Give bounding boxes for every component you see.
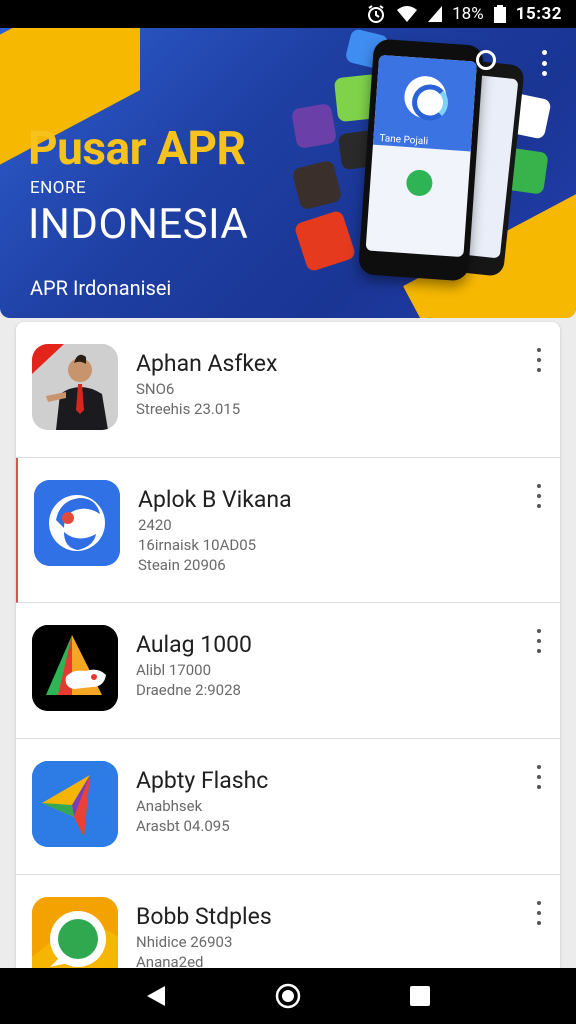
- app-meta: 16irnaisk 10AD05: [138, 536, 257, 554]
- list-item[interactable]: Aphan Asfkex SNO6 Streehis 23.015: [16, 322, 560, 458]
- presenter-photo-icon: [32, 344, 118, 430]
- paper-plane-logo-icon: [32, 761, 118, 847]
- floating-app-tile: [291, 159, 343, 211]
- app-meta: Arasbt 04.095: [136, 817, 230, 835]
- home-icon[interactable]: [268, 976, 308, 1016]
- app-name: Aphan Asfkex: [136, 350, 278, 377]
- phone-screen-text: Tane Pojali: [379, 133, 429, 148]
- app-meta: Anabhsek: [136, 797, 203, 815]
- hero-banner: Tane Pojali Pusar APR ENORE INDONESIA AP…: [0, 28, 576, 318]
- app-name: Aplok B Vikana: [138, 486, 292, 513]
- search-circle-icon[interactable]: [476, 50, 496, 70]
- app-meta: Steain 20906: [138, 556, 226, 574]
- banner-small-label: ENORE: [30, 178, 87, 198]
- floating-app-tile: [293, 209, 357, 273]
- play-icon: [405, 169, 434, 197]
- phone-app-logo-icon: [402, 74, 448, 120]
- status-bar: 18% 15:32: [0, 0, 576, 28]
- list-item[interactable]: Apbty Flashc Anabhsek Arasbt 04.095: [16, 739, 560, 875]
- app-list: Aphan Asfkex SNO6 Streehis 23.015 Aplok …: [16, 322, 560, 968]
- battery-percent: 18%: [452, 4, 484, 24]
- more-options-icon[interactable]: [534, 484, 544, 508]
- floating-app-tile: [290, 102, 338, 150]
- banner-subtitle: APR Irdonanisei: [30, 276, 172, 300]
- wifi-icon: [396, 5, 418, 23]
- app-name: Bobb Stdples: [136, 903, 272, 930]
- app-meta: Alibl 17000: [136, 661, 212, 679]
- app-meta: Streehis 23.015: [136, 400, 241, 418]
- alarm-icon: [366, 4, 386, 24]
- more-options-icon[interactable]: [534, 765, 544, 789]
- battery-icon: [493, 5, 506, 23]
- app-meta: 2420: [138, 516, 172, 534]
- banner-country: INDONESIA: [28, 200, 249, 249]
- phone-mockup: Tane Pojali: [357, 38, 485, 282]
- overflow-menu-icon[interactable]: [538, 50, 550, 76]
- app-meta: SNO6: [136, 380, 175, 398]
- blue-swirl-logo-icon: [34, 480, 120, 566]
- signal-icon: [428, 6, 443, 22]
- app-meta: Nhidice 26903: [136, 933, 233, 951]
- list-item[interactable]: Bobb Stdples Nhidice 26903 Anana2ed: [16, 875, 560, 968]
- navigation-bar: [0, 968, 576, 1024]
- app-meta: Draedne 2:9028: [136, 681, 241, 699]
- list-item[interactable]: Aulag 1000 Alibl 17000 Draedne 2:9028: [16, 603, 560, 739]
- recents-icon[interactable]: [400, 976, 440, 1016]
- more-options-icon[interactable]: [534, 629, 544, 653]
- app-name: Aulag 1000: [136, 631, 252, 658]
- green-circle-logo-icon: [32, 897, 118, 968]
- list-item[interactable]: Aplok B Vikana 2420 16irnaisk 10AD05 Ste…: [16, 458, 560, 603]
- more-options-icon[interactable]: [534, 348, 544, 372]
- triangle-map-logo-icon: [32, 625, 118, 711]
- back-icon[interactable]: [136, 976, 176, 1016]
- app-meta: Anana2ed: [136, 953, 204, 968]
- app-name: Apbty Flashc: [136, 767, 269, 794]
- more-options-icon[interactable]: [534, 901, 544, 925]
- banner-title: Pusar APR: [28, 122, 246, 176]
- clock: 15:32: [515, 4, 562, 24]
